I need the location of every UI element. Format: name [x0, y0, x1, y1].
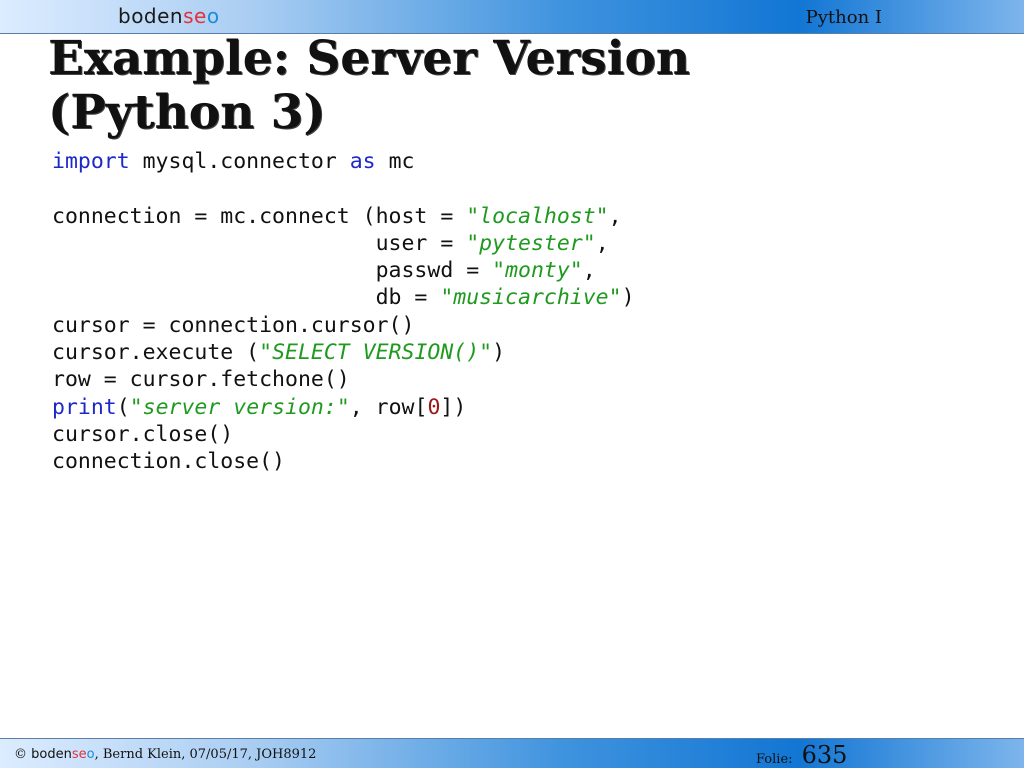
code-string: monty: [505, 258, 570, 284]
code-line: user = "pytester",: [52, 231, 609, 256]
code-string: ": [595, 203, 609, 229]
footer-bar: © bodenseo, Bernd Klein, 07/05/17, JOH89…: [0, 738, 1024, 769]
code-text: ,: [582, 258, 596, 284]
code-string: ": [129, 394, 143, 420]
footer-logo-suffix: o: [86, 747, 95, 762]
code-string: ": [466, 203, 480, 229]
code-text: passwd =: [52, 258, 493, 284]
bodenseo-logo[interactable]: bodenseo: [118, 4, 220, 28]
logo-prefix: boden: [118, 4, 184, 28]
code-text: ]): [440, 394, 467, 420]
code-line: cursor.close(): [52, 422, 233, 447]
code-string: localhost: [479, 203, 596, 229]
code-text: connection = mc.connect (host =: [52, 203, 467, 229]
code-text: (: [116, 394, 130, 420]
header-bar: bodenseo Python I: [0, 0, 1024, 34]
code-string: musicarchive: [453, 285, 609, 311]
code-text: connection.close(): [52, 449, 285, 475]
code-text: ): [492, 340, 506, 366]
code-keyword: print: [52, 394, 117, 420]
code-number: 0: [427, 394, 441, 420]
code-line: print("server version:", row[0]): [52, 395, 466, 420]
code-line: connection.close(): [52, 449, 285, 474]
code-text: mysql.connector: [129, 149, 350, 174]
copyright-symbol: ©: [14, 747, 27, 762]
code-string: ": [582, 230, 596, 256]
code-text: ,: [608, 203, 622, 229]
code-text: mc: [375, 149, 415, 174]
slide-number: Folie: 635: [756, 741, 847, 769]
code-string: ": [608, 285, 622, 311]
course-title: Python I: [805, 7, 882, 28]
code-text: row = cursor.fetchone(): [52, 367, 350, 393]
page-number: 635: [801, 741, 848, 769]
footer-credits: © bodenseo, Bernd Klein, 07/05/17, JOH89…: [14, 747, 316, 762]
logo-accent: se: [183, 4, 207, 28]
code-string: ": [466, 230, 480, 256]
code-string: ": [569, 258, 583, 284]
footer-logo[interactable]: bodenseo: [31, 747, 94, 762]
code-line: cursor = connection.cursor(): [52, 313, 414, 338]
code-keyword: import: [52, 149, 130, 174]
footer-logo-prefix: boden: [31, 747, 72, 762]
code-string: ": [440, 285, 454, 311]
footer-author-date: , Bernd Klein, 07/05/17, JOH8912: [94, 747, 317, 762]
code-line: import mysql.connector as mc: [52, 149, 414, 174]
code-text: db =: [52, 285, 441, 311]
code-text: cursor = connection.cursor(): [52, 312, 415, 338]
code-text: cursor.execute (: [52, 340, 260, 366]
code-string: pytester: [479, 230, 583, 256]
code-text: , row[: [349, 394, 428, 420]
code-keyword: as: [349, 149, 376, 174]
folie-label: Folie:: [756, 752, 793, 767]
code-string: ": [479, 340, 493, 366]
code-line: row = cursor.fetchone(): [52, 367, 350, 392]
code-string: server version:: [142, 394, 337, 420]
code-line: db = "musicarchive"): [52, 285, 635, 310]
code-string: SELECT VERSION(): [272, 340, 480, 366]
code-line: connection = mc.connect (host = "localho…: [52, 204, 622, 229]
code-text: cursor.close(): [52, 421, 234, 447]
logo-suffix: o: [206, 4, 220, 28]
code-line: passwd = "monty",: [52, 258, 596, 283]
code-text: ): [621, 285, 635, 311]
code-string: ": [259, 340, 273, 366]
code-text: ,: [595, 230, 609, 256]
footer-logo-accent: se: [71, 747, 87, 762]
code-block: import mysql.connector as mc connection …: [52, 148, 635, 476]
slide-title: Example: Server Version (Python 3): [48, 31, 690, 140]
code-line: cursor.execute ("SELECT VERSION()"): [52, 340, 505, 365]
code-text: user =: [52, 230, 467, 256]
code-string: ": [336, 394, 350, 420]
code-string: ": [492, 258, 506, 284]
